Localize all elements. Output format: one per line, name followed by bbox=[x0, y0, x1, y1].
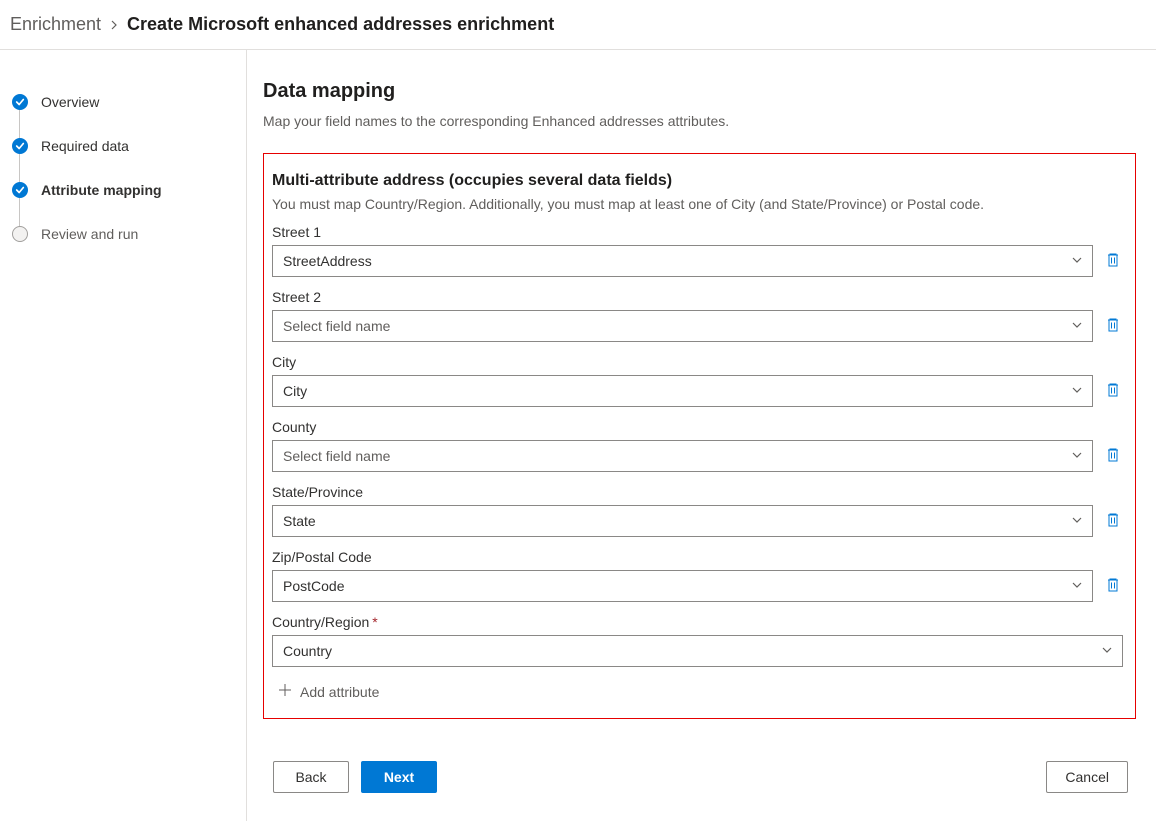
field-group: Street 1 StreetAddress bbox=[272, 224, 1123, 277]
delete-field-button[interactable] bbox=[1103, 511, 1123, 531]
next-button[interactable]: Next bbox=[361, 761, 437, 793]
field-label: State/Province bbox=[272, 484, 1123, 500]
cancel-button[interactable]: Cancel bbox=[1046, 761, 1128, 793]
field-group: County Select field name bbox=[272, 419, 1123, 472]
wizard-step-label: Required data bbox=[41, 138, 129, 154]
box-title: Multi-attribute address (occupies severa… bbox=[272, 172, 1123, 190]
field-label: Country/Region* bbox=[272, 614, 1123, 630]
field-group: Street 2 Select field name bbox=[272, 289, 1123, 342]
field-select[interactable]: Select field name bbox=[272, 310, 1093, 342]
trash-icon bbox=[1105, 382, 1121, 401]
delete-field-button[interactable] bbox=[1103, 381, 1123, 401]
delete-field-button[interactable] bbox=[1103, 316, 1123, 336]
back-button[interactable]: Back bbox=[273, 761, 349, 793]
field-group: City City bbox=[272, 354, 1123, 407]
field-select[interactable]: State bbox=[272, 505, 1093, 537]
add-attribute-button[interactable]: Add attribute bbox=[272, 679, 385, 704]
breadcrumb-parent[interactable]: Enrichment bbox=[10, 14, 101, 35]
field-select[interactable]: City bbox=[272, 375, 1093, 407]
delete-field-button[interactable] bbox=[1103, 251, 1123, 271]
checkmark-icon bbox=[12, 138, 28, 154]
required-asterisk: * bbox=[372, 614, 377, 630]
wizard-step[interactable]: Overview bbox=[6, 80, 246, 124]
wizard-steps-sidebar: Overview Required data Attribute mapping Re… bbox=[0, 50, 247, 821]
field-label: Street 2 bbox=[272, 289, 1123, 305]
delete-field-button[interactable] bbox=[1103, 446, 1123, 466]
breadcrumb-current: Create Microsoft enhanced addresses enri… bbox=[127, 14, 554, 35]
wizard-step-label: Overview bbox=[41, 94, 99, 110]
multi-attribute-address-box: Multi-attribute address (occupies severa… bbox=[263, 153, 1136, 719]
wizard-step-label: Attribute mapping bbox=[41, 182, 162, 198]
field-label: City bbox=[272, 354, 1123, 370]
field-select[interactable]: PostCode bbox=[272, 570, 1093, 602]
wizard-step[interactable]: Attribute mapping bbox=[6, 168, 246, 212]
checkmark-icon bbox=[12, 182, 28, 198]
trash-icon bbox=[1105, 252, 1121, 271]
checkmark-icon bbox=[12, 94, 28, 110]
wizard-step: Review and run bbox=[6, 212, 246, 256]
breadcrumb: Enrichment Create Microsoft enhanced add… bbox=[0, 0, 1156, 50]
field-label: Street 1 bbox=[272, 224, 1123, 240]
page-title: Data mapping bbox=[263, 80, 1136, 103]
trash-icon bbox=[1105, 447, 1121, 466]
trash-icon bbox=[1105, 317, 1121, 336]
wizard-step-label: Review and run bbox=[41, 226, 138, 242]
main-panel: Data mapping Map your field names to the… bbox=[247, 50, 1156, 821]
field-group: State/Province State bbox=[272, 484, 1123, 537]
field-select[interactable]: Select field name bbox=[272, 440, 1093, 472]
trash-icon bbox=[1105, 512, 1121, 531]
field-group: Zip/Postal Code PostCode bbox=[272, 549, 1123, 602]
field-label: County bbox=[272, 419, 1123, 435]
circle-icon bbox=[12, 226, 28, 242]
wizard-step[interactable]: Required data bbox=[6, 124, 246, 168]
page-subtitle: Map your field names to the correspondin… bbox=[263, 113, 1136, 129]
plus-icon bbox=[278, 683, 292, 700]
box-description: You must map Country/Region. Additionall… bbox=[272, 196, 1123, 212]
field-select[interactable]: StreetAddress bbox=[272, 245, 1093, 277]
field-label: Zip/Postal Code bbox=[272, 549, 1123, 565]
chevron-right-icon bbox=[109, 17, 119, 33]
field-select[interactable]: Country bbox=[272, 635, 1123, 667]
delete-field-button[interactable] bbox=[1103, 576, 1123, 596]
wizard-footer: Back Next Cancel bbox=[263, 755, 1136, 799]
add-attribute-label: Add attribute bbox=[300, 684, 379, 700]
field-group: Country/Region* Country bbox=[272, 614, 1123, 667]
trash-icon bbox=[1105, 577, 1121, 596]
